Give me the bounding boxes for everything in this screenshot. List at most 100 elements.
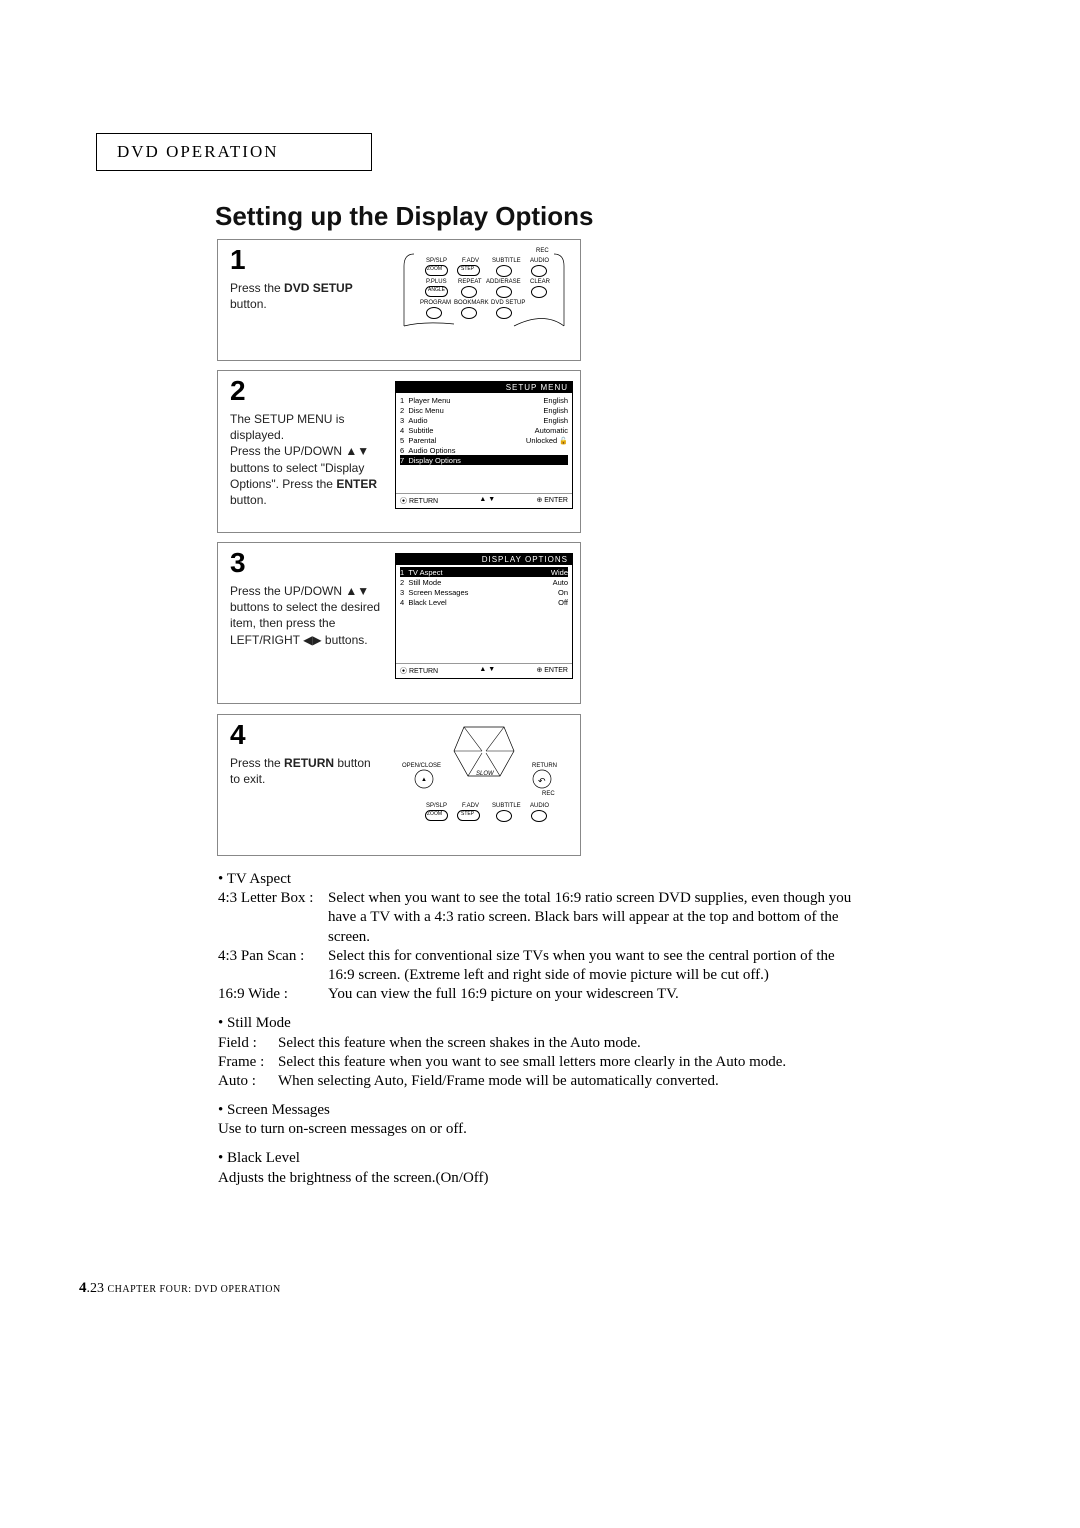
desc-row: Frame : Select this feature when you wan… [218, 1053, 858, 1072]
desc-row: Auto : When selecting Auto, Field/Frame … [218, 1072, 858, 1091]
text-fragment: Press the UP/DOWN ▲▼ buttons to select t… [230, 584, 380, 647]
desc-term: Auto : [218, 1072, 278, 1091]
footer-arrows: ▲ ▼ [479, 666, 495, 676]
menu-title: DISPLAY OPTIONS [396, 554, 572, 565]
text-bold: ENTER [336, 477, 377, 491]
desc-still-mode: Still Mode Field : Select this feature w… [218, 1014, 858, 1091]
menu-title: SETUP MENU [396, 382, 572, 393]
remote-label-open: OPEN/CLOSE [402, 763, 441, 769]
step-instruction: Press the RETURN button to exit. [230, 755, 383, 787]
remote-label: AUDIO [530, 803, 549, 809]
footer-return: ⦿ RETURN [400, 496, 438, 506]
desc-black-level: Black Level Adjusts the brightness of th… [218, 1149, 858, 1187]
menu-row: 4 SubtitleAutomatic [400, 425, 568, 435]
desc-defn: Select when you want to see the total 16… [328, 889, 858, 947]
desc-head: TV Aspect [218, 870, 858, 889]
step-number: 3 [230, 547, 246, 579]
remote-label-step: STEP [461, 811, 474, 817]
menu-row: 1 Player MenuEnglish [400, 395, 568, 405]
page-footer: 4.23 CHAPTER FOUR: DVD OPERATION [79, 1280, 281, 1297]
desc-head: Screen Messages [218, 1101, 858, 1120]
remote-button [531, 810, 547, 822]
desc-body: Adjusts the brightness of the screen.(On… [218, 1169, 858, 1188]
text-fragment: Press the [230, 281, 284, 295]
menu-row-selected: 7 Display Options [400, 455, 568, 465]
chapter-label: CHAPTER FOUR: DVD OPERATION [108, 1284, 281, 1295]
eject-icon: ▲ [421, 777, 427, 783]
page-title: Setting up the Display Options [215, 201, 593, 232]
menu-list: 1 TV AspectWide 2 Still ModeAuto 3 Scree… [396, 565, 572, 611]
menu-row: 5 ParentalUnlocked 🔓 [400, 435, 568, 445]
text-bold: DVD SETUP [284, 281, 353, 295]
desc-defn: You can view the full 16:9 picture on yo… [328, 985, 858, 1004]
remote-label-zoom: ZOOM [427, 811, 442, 817]
text-bold: RETURN [284, 756, 334, 770]
step-number: 1 [230, 244, 246, 276]
section-header: DVD OPERATION [96, 133, 372, 171]
description-block: TV Aspect 4:3 Letter Box : Select when y… [218, 870, 858, 1198]
desc-row: 4:3 Pan Scan : Select this for conventio… [218, 947, 858, 985]
text-fragment: button. [230, 493, 267, 507]
desc-term: 16:9 Wide : [218, 985, 328, 1004]
desc-tv-aspect: TV Aspect 4:3 Letter Box : Select when y… [218, 870, 858, 1004]
return-icon: ↶ [538, 776, 546, 787]
footer-enter: ⊕ ENTER [536, 666, 568, 676]
desc-row: 16:9 Wide : You can view the full 16:9 p… [218, 985, 858, 1004]
step-number: 2 [230, 375, 246, 407]
desc-defn: Select this feature when the screen shak… [278, 1034, 858, 1053]
menu-illustration: SETUP MENU 1 Player MenuEnglish 2 Disc M… [394, 377, 574, 526]
menu-list: 1 Player MenuEnglish 2 Disc MenuEnglish … [396, 393, 572, 469]
desc-term: Field : [218, 1034, 278, 1053]
desc-head: Black Level [218, 1149, 858, 1168]
page-number-major: 4 [79, 1280, 87, 1296]
step-2: 2 The SETUP MENU is displayed. Press the… [217, 370, 581, 533]
remote-outline [394, 246, 570, 332]
desc-defn: Select this for conventional size TVs wh… [328, 947, 858, 985]
page-number-minor: 23 [90, 1281, 104, 1296]
step-instruction: Press the DVD SETUP button. [230, 280, 383, 312]
footer-enter: ⊕ ENTER [536, 496, 568, 506]
header-text: DVD OPERATION [117, 142, 279, 161]
footer-arrows: ▲ ▼ [479, 496, 495, 506]
menu-footer: ⦿ RETURN ▲ ▼ ⊕ ENTER [396, 493, 572, 508]
text-fragment: The SETUP MENU is displayed. [230, 412, 344, 442]
menu-row: 4 Black LevelOff [400, 597, 568, 607]
step-1: 1 Press the DVD SETUP button. REC SP/SLP… [217, 239, 581, 361]
remote-label: F.ADV [462, 803, 479, 809]
remote-label-rec: REC [542, 791, 555, 797]
remote-illustration: OPEN/CLOSE SLOW RETURN REC ▲ ↶ SP/SLP F.… [394, 721, 574, 849]
desc-screen-messages: Screen Messages Use to turn on-screen me… [218, 1101, 858, 1139]
menu-row: 3 AudioEnglish [400, 415, 568, 425]
remote-label-return: RETURN [532, 763, 557, 769]
desc-head: Still Mode [218, 1014, 858, 1033]
step-4: 4 Press the RETURN button to exit. [217, 714, 581, 856]
step-3: 3 Press the UP/DOWN ▲▼ buttons to select… [217, 542, 581, 704]
menu-row-selected: 1 TV AspectWide [400, 567, 568, 577]
remote-label: SP/SLP [426, 803, 447, 809]
remote-illustration: REC SP/SLP F.ADV SUBTITLE AUDIO ZOOM STE… [394, 246, 574, 354]
lock-icon: 🔓 [559, 438, 568, 445]
remote-label: SUBTITLE [492, 803, 521, 809]
remote-button [496, 810, 512, 822]
menu-footer: ⦿ RETURN ▲ ▼ ⊕ ENTER [396, 663, 572, 678]
text-fragment: button. [230, 297, 267, 311]
menu-row: 3 Screen MessagesOn [400, 587, 568, 597]
menu-illustration: DISPLAY OPTIONS 1 TV AspectWide 2 Still … [394, 549, 574, 697]
desc-defn: When selecting Auto, Field/Frame mode wi… [278, 1072, 858, 1091]
desc-row: Field : Select this feature when the scr… [218, 1034, 858, 1053]
desc-body: Use to turn on-screen messages on or off… [218, 1120, 858, 1139]
menu-row: 2 Disc MenuEnglish [400, 405, 568, 415]
desc-term: 4:3 Letter Box : [218, 889, 328, 947]
step-instruction: Press the UP/DOWN ▲▼ buttons to select t… [230, 583, 383, 648]
menu-row: 6 Audio Options [400, 445, 568, 455]
footer-return: ⦿ RETURN [400, 666, 438, 676]
menu-row: 2 Still ModeAuto [400, 577, 568, 587]
desc-row: 4:3 Letter Box : Select when you want to… [218, 889, 858, 947]
desc-term: Frame : [218, 1053, 278, 1072]
desc-defn: Select this feature when you want to see… [278, 1053, 858, 1072]
text-fragment: Press the [230, 756, 284, 770]
remote-label-slow: SLOW [476, 771, 494, 777]
step-instruction: The SETUP MENU is displayed. Press the U… [230, 411, 383, 508]
desc-term: 4:3 Pan Scan : [218, 947, 328, 985]
step-number: 4 [230, 719, 246, 751]
